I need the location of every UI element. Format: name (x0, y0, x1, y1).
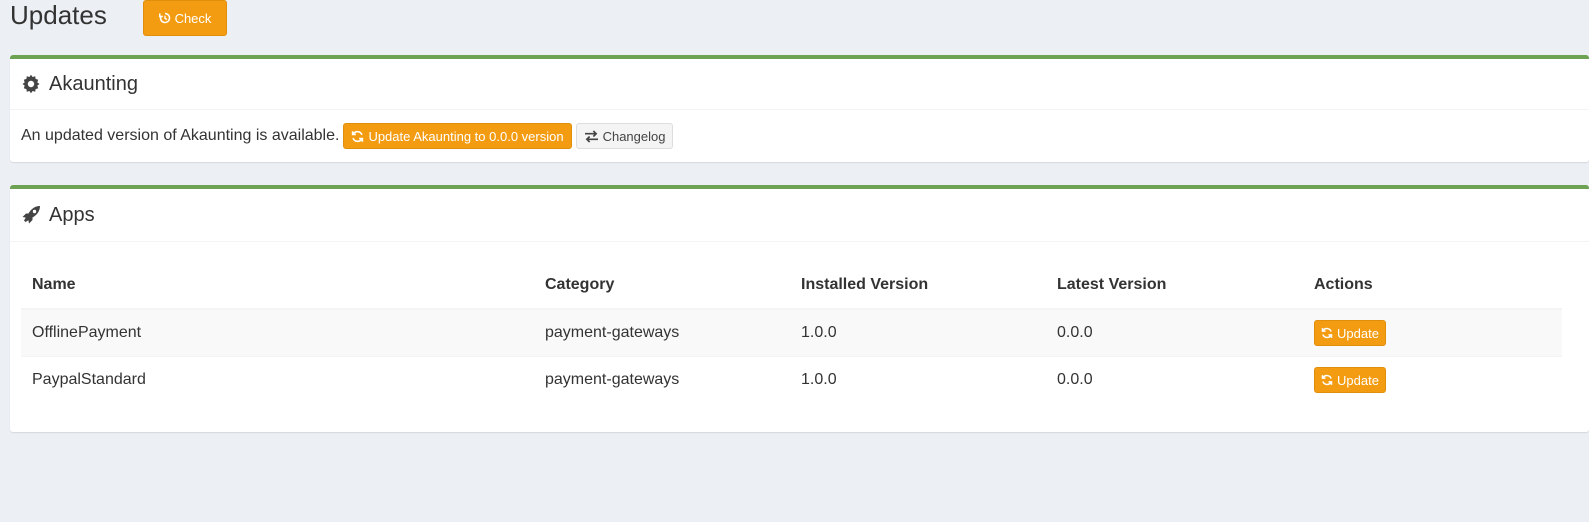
core-box-body: An updated version of Akaunting is avail… (10, 110, 1589, 162)
check-button-label: Check (174, 10, 212, 26)
update-app-label: Update (1337, 325, 1379, 341)
app-name: OfflinePayment (21, 308, 534, 357)
page-header: Updates (10, 0, 107, 40)
apps-box-title: Apps (49, 203, 95, 226)
column-header-installed-version: Installed Version (790, 262, 1046, 310)
rocket-icon (21, 205, 41, 225)
app-installed-version: 1.0.0 (790, 308, 1046, 357)
apps-table: Name Category Installed Version Latest V… (21, 262, 1562, 403)
apps-box: Apps Name Category Installed Version Lat… (10, 185, 1589, 432)
app-installed-version: 1.0.0 (790, 356, 1046, 403)
column-header-name: Name (21, 262, 534, 310)
app-category: payment-gateways (534, 308, 790, 357)
update-core-label: Update Akaunting to 0.0.0 version (368, 128, 564, 144)
column-header-latest-version: Latest Version (1046, 262, 1303, 310)
refresh-icon (351, 130, 364, 143)
changelog-button[interactable]: Changelog (575, 123, 674, 149)
app-actions: Update (1303, 308, 1562, 357)
changelog-label: Changelog (602, 128, 666, 144)
exchange-icon (584, 129, 599, 143)
table-row: OfflinePayment payment-gateways 1.0.0 0.… (21, 308, 1562, 357)
table-row: PaypalStandard payment-gateways 1.0.0 0.… (21, 356, 1562, 403)
check-button[interactable]: Check (143, 0, 227, 36)
core-update-box: Akaunting An updated version of Akauntin… (10, 55, 1589, 162)
history-icon (158, 12, 171, 24)
app-actions: Update (1303, 356, 1562, 403)
table-header-row: Name Category Installed Version Latest V… (21, 262, 1562, 310)
update-core-button[interactable]: Update Akaunting to 0.0.0 version (343, 123, 572, 149)
page-title: Updates (10, 0, 107, 30)
app-name: PaypalStandard (21, 356, 534, 403)
update-app-button[interactable]: Update (1314, 320, 1386, 346)
core-box-header: Akaunting (10, 59, 1589, 110)
column-header-actions: Actions (1303, 262, 1562, 310)
app-latest-version: 0.0.0 (1046, 308, 1303, 357)
apps-box-header: Apps (10, 189, 1589, 242)
core-update-message: An updated version of Akaunting is avail… (21, 127, 340, 144)
app-latest-version: 0.0.0 (1046, 356, 1303, 403)
column-header-category: Category (534, 262, 790, 310)
core-box-title: Akaunting (49, 72, 138, 95)
refresh-icon (1321, 327, 1333, 339)
app-category: payment-gateways (534, 356, 790, 403)
update-app-label: Update (1337, 372, 1379, 388)
refresh-icon (1321, 374, 1333, 386)
update-app-button[interactable]: Update (1314, 367, 1386, 393)
gear-icon (21, 74, 41, 94)
